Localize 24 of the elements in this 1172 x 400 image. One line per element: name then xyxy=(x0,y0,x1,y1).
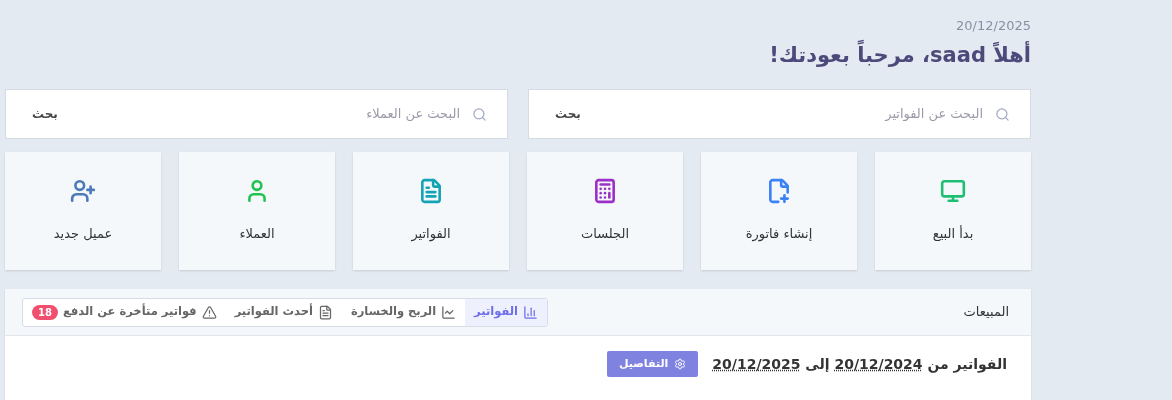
shortcut-tile[interactable]: إنشاء فاتورة xyxy=(701,152,857,270)
shortcut-tile[interactable]: بدأ البيع xyxy=(875,152,1031,270)
search-button[interactable]: بحث xyxy=(549,105,587,123)
panel-title: المبيعات xyxy=(963,303,1009,322)
search-icon xyxy=(472,106,487,122)
tab[interactable]: الربح والخسارة xyxy=(341,298,466,326)
greeting: أهلاً saad، مرحباً بعودتك! xyxy=(769,39,1031,69)
bar-chart-icon xyxy=(522,304,538,320)
shortcut-tile[interactable]: عميل جديد xyxy=(5,152,161,270)
shortcut-tile[interactable]: الجلسات xyxy=(527,152,683,270)
search-field[interactable]: البحث عن الفواتير بحث xyxy=(528,89,1031,139)
shortcut-tile[interactable]: الفواتير xyxy=(353,152,509,270)
settings-icon xyxy=(674,358,687,370)
tab[interactable]: الفواتير xyxy=(465,298,547,326)
search-field[interactable]: البحث عن العملاء بحث xyxy=(5,89,508,139)
line-chart-icon xyxy=(441,304,457,320)
date: 20/12/2025 xyxy=(956,17,1031,35)
tab[interactable]: أحدث الفواتير xyxy=(225,298,342,326)
document-icon xyxy=(317,304,333,320)
shortcut-tile[interactable]: العملاء xyxy=(179,152,335,270)
search-button[interactable]: بحث xyxy=(26,105,64,123)
search-icon xyxy=(995,106,1010,122)
warning-icon xyxy=(201,304,217,320)
count-badge: 18 xyxy=(32,304,58,320)
